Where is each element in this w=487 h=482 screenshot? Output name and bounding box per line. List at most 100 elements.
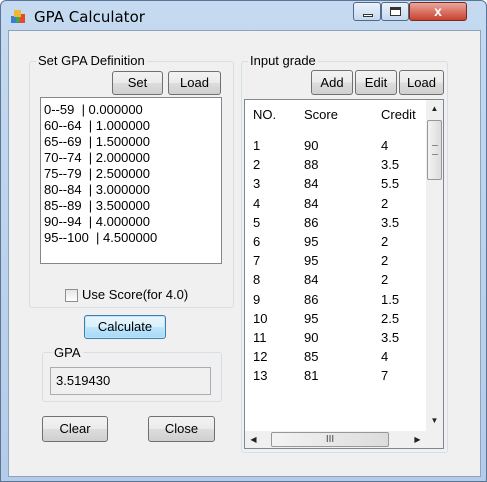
gpa-definition-item[interactable]: 95--100 | 4.500000: [41, 230, 221, 246]
use-score-label[interactable]: Use Score(for 4.0): [82, 287, 188, 302]
grade-list-vertical-scrollbar[interactable]: ▲ ▼: [426, 100, 443, 431]
table-row[interactable]: 11 90 3.5: [245, 328, 425, 347]
cell-no: 10: [253, 310, 268, 326]
cell-no: 12: [253, 349, 268, 365]
cell-credit: 7: [381, 368, 389, 384]
cell-credit: 4: [381, 349, 389, 365]
table-row[interactable]: 5 86 3.5: [245, 213, 425, 232]
set-definition-button[interactable]: Set: [112, 71, 163, 95]
cell-credit: 5.5: [381, 176, 400, 192]
add-grade-button[interactable]: Add: [311, 70, 353, 95]
cell-credit: 4: [381, 138, 389, 153]
cell-credit: 1.5: [381, 291, 400, 307]
grade-list-horizontal-scrollbar[interactable]: ◀ III ▶: [245, 431, 426, 448]
maximize-icon: [390, 7, 401, 16]
scroll-down-arrow-icon[interactable]: ▼: [426, 412, 443, 429]
gpa-definition-item[interactable]: 0--59 | 0.000000: [41, 102, 221, 118]
gpa-definition-item[interactable]: 80--84 | 3.000000: [41, 182, 221, 198]
scroll-right-arrow-icon[interactable]: ▶: [409, 431, 426, 448]
table-row[interactable]: 1 90 4: [245, 136, 425, 155]
column-header-score[interactable]: Score: [304, 100, 338, 130]
cell-no: 9: [253, 291, 261, 307]
cell-credit: 3.5: [381, 157, 400, 173]
cell-credit: 2: [381, 234, 389, 249]
close-button[interactable]: Close: [148, 416, 215, 442]
gpa-result-label: GPA: [52, 345, 83, 360]
cell-score: 95: [304, 234, 319, 249]
gpa-definition-item[interactable]: 75--79 | 2.500000: [41, 166, 221, 182]
cell-no: 11: [253, 330, 267, 345]
cell-no: 3: [253, 176, 261, 192]
table-row[interactable]: 9 86 1.5: [245, 290, 425, 309]
gpa-definition-item[interactable]: 85--89 | 3.500000: [41, 198, 221, 214]
cell-no: 1: [253, 138, 261, 153]
load-grade-button[interactable]: Load: [399, 70, 444, 95]
cell-score: 84: [304, 195, 319, 211]
cell-score: 81: [304, 368, 319, 384]
gpa-definition-label: Set GPA Definition: [36, 53, 147, 68]
grade-list[interactable]: NO. Score Credit 1 90 4 2 88 3.5 3 84 5.5 4 84 2 5 86…: [244, 99, 444, 449]
cell-no: 13: [253, 368, 268, 384]
scroll-grip-icon: [432, 145, 438, 155]
gpa-calculator-app-icon: [11, 10, 25, 23]
window-title: GPA Calculator: [34, 8, 145, 26]
table-row[interactable]: 12 85 4: [245, 347, 425, 366]
table-row[interactable]: 3 84 5.5: [245, 174, 425, 193]
cell-score: 90: [304, 138, 319, 153]
gpa-definition-item[interactable]: 60--64 | 1.000000: [41, 118, 221, 134]
table-row[interactable]: 4 84 2: [245, 194, 425, 213]
scroll-left-arrow-icon[interactable]: ◀: [245, 431, 262, 448]
gpa-value-field[interactable]: 3.519430: [50, 367, 211, 395]
horizontal-scroll-thumb[interactable]: III: [271, 432, 389, 447]
cell-credit: 3.5: [381, 214, 400, 230]
cell-no: 5: [253, 214, 261, 230]
cell-credit: 2: [381, 253, 389, 269]
gpa-definition-item[interactable]: 70--74 | 2.000000: [41, 150, 221, 166]
gpa-definition-list[interactable]: 0--59 | 0.000000 60--64 | 1.000000 65--69 …: [40, 97, 222, 264]
edit-grade-button[interactable]: Edit: [355, 70, 397, 95]
cell-no: 8: [253, 272, 261, 288]
table-row[interactable]: 7 95 2: [245, 251, 425, 270]
scroll-grip-icon: III: [325, 434, 335, 445]
cell-credit: 2: [381, 195, 389, 211]
load-definition-button[interactable]: Load: [168, 71, 221, 95]
table-row[interactable]: 10 95 2.5: [245, 309, 425, 328]
cell-credit: 2: [381, 272, 389, 288]
cell-no: 4: [253, 195, 261, 211]
cell-no: 2: [253, 157, 261, 173]
cell-credit: 3.5: [381, 330, 400, 345]
cell-score: 86: [304, 291, 319, 307]
title-bar[interactable]: GPA Calculator x: [1, 1, 486, 31]
app-window: GPA Calculator x Set GPA Definition Set …: [0, 0, 487, 482]
cell-score: 84: [304, 176, 319, 192]
cell-score: 95: [304, 253, 319, 269]
gpa-definition-item[interactable]: 90--94 | 4.000000: [41, 214, 221, 230]
calculate-button[interactable]: Calculate: [84, 315, 166, 339]
cell-score: 85: [304, 349, 319, 365]
maximize-button[interactable]: [381, 2, 409, 21]
column-header-no[interactable]: NO.: [253, 100, 276, 130]
cell-score: 90: [304, 330, 319, 345]
close-window-button[interactable]: x: [409, 2, 467, 21]
use-score-checkbox[interactable]: [65, 289, 78, 302]
cell-score: 84: [304, 272, 319, 288]
cell-score: 95: [304, 310, 319, 326]
gpa-definition-item[interactable]: 65--69 | 1.500000: [41, 134, 221, 150]
clear-button[interactable]: Clear: [42, 416, 108, 442]
minimize-button[interactable]: [353, 2, 381, 21]
table-row[interactable]: 6 95 2: [245, 232, 425, 251]
client-area: Set GPA Definition Set Load 0--59 | 0.00…: [8, 30, 481, 477]
close-icon: x: [434, 3, 442, 19]
cell-score: 88: [304, 157, 319, 173]
vertical-scroll-thumb[interactable]: [427, 120, 442, 180]
scrollbar-corner: [426, 431, 443, 448]
table-row[interactable]: 8 84 2: [245, 270, 425, 289]
cell-score: 86: [304, 214, 319, 230]
table-row[interactable]: 13 81 7: [245, 366, 425, 385]
column-header-credit[interactable]: Credit: [381, 100, 416, 130]
scroll-up-arrow-icon[interactable]: ▲: [426, 100, 443, 117]
cell-no: 6: [253, 234, 261, 249]
table-row[interactable]: 2 88 3.5: [245, 155, 425, 174]
cell-no: 7: [253, 253, 261, 269]
input-grade-label: Input grade: [248, 53, 318, 68]
